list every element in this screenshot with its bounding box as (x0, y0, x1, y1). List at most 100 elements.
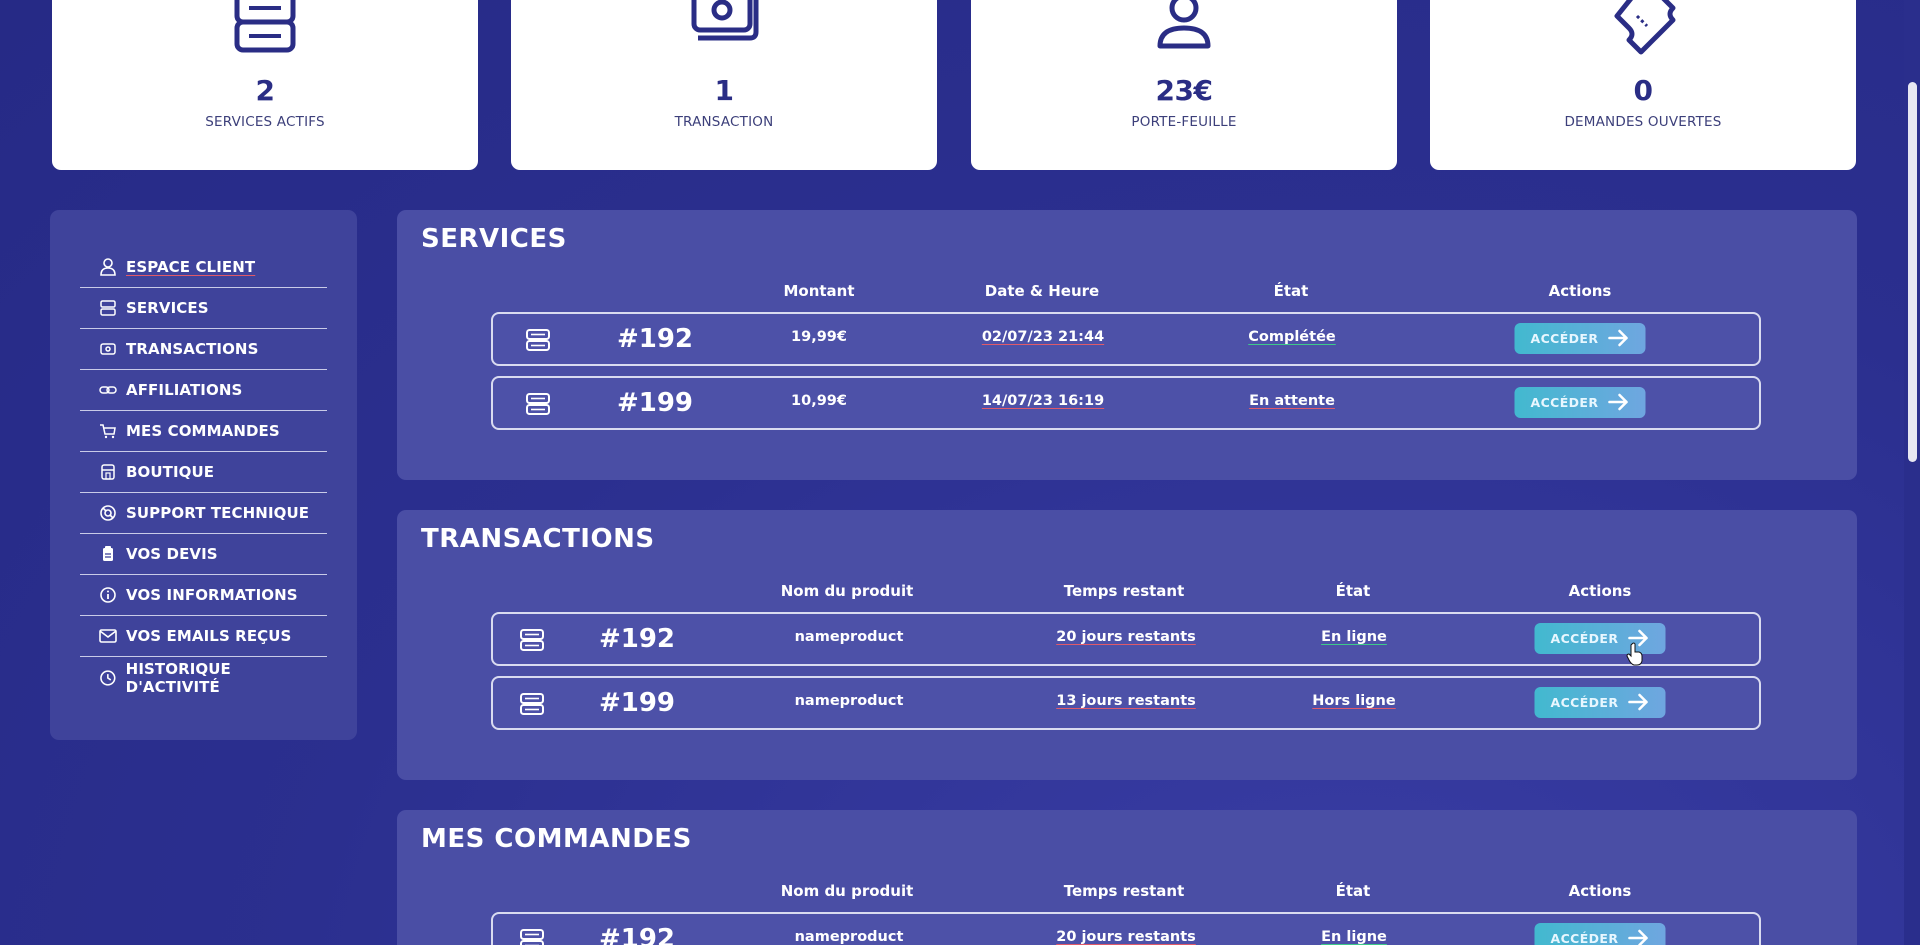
remaining-cell: 13 jours restants (1056, 693, 1196, 709)
amount-cell: 10,99€ (791, 393, 847, 409)
row-id: #192 (598, 624, 676, 654)
acceder-button[interactable]: ACCÉDER (1514, 387, 1646, 418)
column-header: État (1335, 882, 1371, 900)
sidebar-item-support-technique[interactable]: SUPPORT TECHNIQUE (80, 493, 327, 534)
stat-value: 1 (714, 74, 734, 107)
remaining-cell: 20 jours restants (1056, 929, 1196, 945)
column-header: Actions (1568, 582, 1632, 600)
sidebar-item-label: VOS DEVIS (126, 545, 218, 563)
sidebar-item-mes-commandes[interactable]: MES COMMANDES (80, 411, 327, 452)
sidebar-item-vos-devis[interactable]: VOS DEVIS (80, 534, 327, 575)
stat-card-tickets: 0 DEMANDES OUVERTES (1430, 0, 1856, 170)
shop-icon (101, 464, 115, 480)
server-icon (526, 393, 550, 415)
server-icon (526, 329, 550, 351)
stat-label: DEMANDES OUVERTES (1564, 114, 1722, 130)
cart-icon (100, 424, 116, 439)
sidebar: ESPACE CLIENT SERVICES TRANSACTIONS AFFI… (50, 210, 357, 740)
panel-title: SERVICES (421, 224, 567, 254)
sidebar-item-vos-emails[interactable]: VOS EMAILS REÇUS (80, 616, 327, 657)
server-icon (520, 693, 544, 715)
column-header: Nom du produit (780, 582, 914, 600)
sidebar-item-transactions[interactable]: TRANSACTIONS (80, 329, 327, 370)
sidebar-item-boutique[interactable]: BOUTIQUE (80, 452, 327, 493)
button-label: ACCÉDER (1550, 931, 1619, 945)
column-header: Montant (783, 282, 855, 300)
stat-card-wallet: 23€ PORTE-FEUILLE (971, 0, 1397, 170)
scrollbar-thumb[interactable] (1908, 82, 1917, 462)
scrollbar[interactable] (1904, 0, 1920, 945)
hand-cursor-icon (1626, 642, 1643, 666)
sidebar-item-label: TRANSACTIONS (126, 340, 259, 358)
arrow-right-icon (1628, 929, 1648, 945)
clipboard-icon (103, 546, 113, 561)
stat-label: TRANSACTION (674, 114, 774, 130)
table-row: #199 10,99€ 14/07/23 16:19 En attente AC… (491, 376, 1761, 430)
acceder-button[interactable]: ACCÉDER (1534, 623, 1666, 654)
panel-title: TRANSACTIONS (421, 524, 655, 554)
stat-card-services: 2 SERVICES ACTIFS (52, 0, 478, 170)
sidebar-item-label: HISTORIQUE D'ACTIVITÉ (125, 659, 231, 696)
info-icon (100, 587, 116, 603)
arrow-right-icon (1628, 693, 1648, 711)
ticket-icon (1614, 0, 1676, 55)
sidebar-item-label: MES COMMANDES (126, 422, 280, 440)
sidebar-item-affiliations[interactable]: AFFILIATIONS (80, 370, 327, 411)
sidebar-item-label: BOUTIQUE (126, 463, 215, 481)
acceder-button[interactable]: ACCÉDER (1534, 687, 1666, 718)
column-header: Temps restant (1063, 882, 1185, 900)
row-id: #192 (616, 324, 694, 354)
row-id: #199 (598, 688, 676, 718)
product-cell: nameproduct (794, 693, 904, 709)
sidebar-item-label: SUPPORT TECHNIQUE (126, 504, 310, 522)
row-id: #199 (616, 388, 694, 418)
row-id: #192 (598, 924, 676, 945)
server-icon (520, 929, 544, 945)
stat-value: 2 (255, 74, 275, 107)
column-header: Actions (1548, 282, 1612, 300)
server-icon (100, 300, 116, 316)
money-icon (691, 0, 759, 41)
button-label: ACCÉDER (1530, 331, 1599, 346)
amount-cell: 19,99€ (791, 329, 847, 345)
sidebar-item-label: AFFILIATIONS (126, 381, 243, 399)
clock-icon (100, 669, 116, 686)
sidebar-item-vos-informations[interactable]: VOS INFORMATIONS (80, 575, 327, 616)
button-label: ACCÉDER (1550, 695, 1619, 710)
sidebar-item-espace-client[interactable]: ESPACE CLIENT (80, 247, 327, 288)
arrow-right-icon (1608, 329, 1628, 347)
sidebar-item-label: ESPACE CLIENT (126, 258, 256, 276)
link-icon (99, 386, 117, 394)
sidebar-item-services[interactable]: SERVICES (80, 288, 327, 329)
money-icon (100, 343, 116, 355)
column-header: État (1335, 582, 1371, 600)
column-header: État (1273, 282, 1309, 300)
button-label: ACCÉDER (1530, 395, 1599, 410)
status-cell: En ligne (1321, 629, 1387, 645)
sidebar-item-label: VOS EMAILS REÇUS (126, 627, 292, 645)
product-cell: nameproduct (794, 929, 904, 945)
status-cell: En attente (1249, 393, 1335, 409)
server-icon (520, 629, 544, 651)
stat-label: SERVICES ACTIFS (205, 114, 325, 130)
column-header: Date & Heure (984, 282, 1100, 300)
stat-value: 0 (1633, 74, 1653, 107)
server-icon (234, 0, 296, 53)
user-icon (100, 258, 116, 276)
arrow-right-icon (1608, 393, 1628, 411)
acceder-button[interactable]: ACCÉDER (1534, 923, 1666, 945)
column-header: Nom du produit (780, 882, 914, 900)
datetime-cell: 14/07/23 16:19 (981, 393, 1105, 409)
lifebuoy-icon (100, 505, 116, 521)
acceder-button[interactable]: ACCÉDER (1514, 323, 1646, 354)
stats-bar: 2 SERVICES ACTIFS 1 TRANSACTION 23€ PORT… (52, 0, 1856, 170)
sidebar-item-historique[interactable]: HISTORIQUE D'ACTIVITÉ (80, 657, 327, 698)
stat-value: 23€ (1155, 74, 1213, 107)
status-cell: En ligne (1321, 929, 1387, 945)
panel-title: MES COMMANDES (421, 824, 692, 854)
status-cell: Complétée (1248, 329, 1336, 345)
button-label: ACCÉDER (1550, 631, 1619, 646)
table-row: #192 nameproduct 20 jours restants En li… (491, 912, 1761, 945)
table-row: #199 nameproduct 13 jours restants Hors … (491, 676, 1761, 730)
mail-icon (99, 629, 117, 643)
